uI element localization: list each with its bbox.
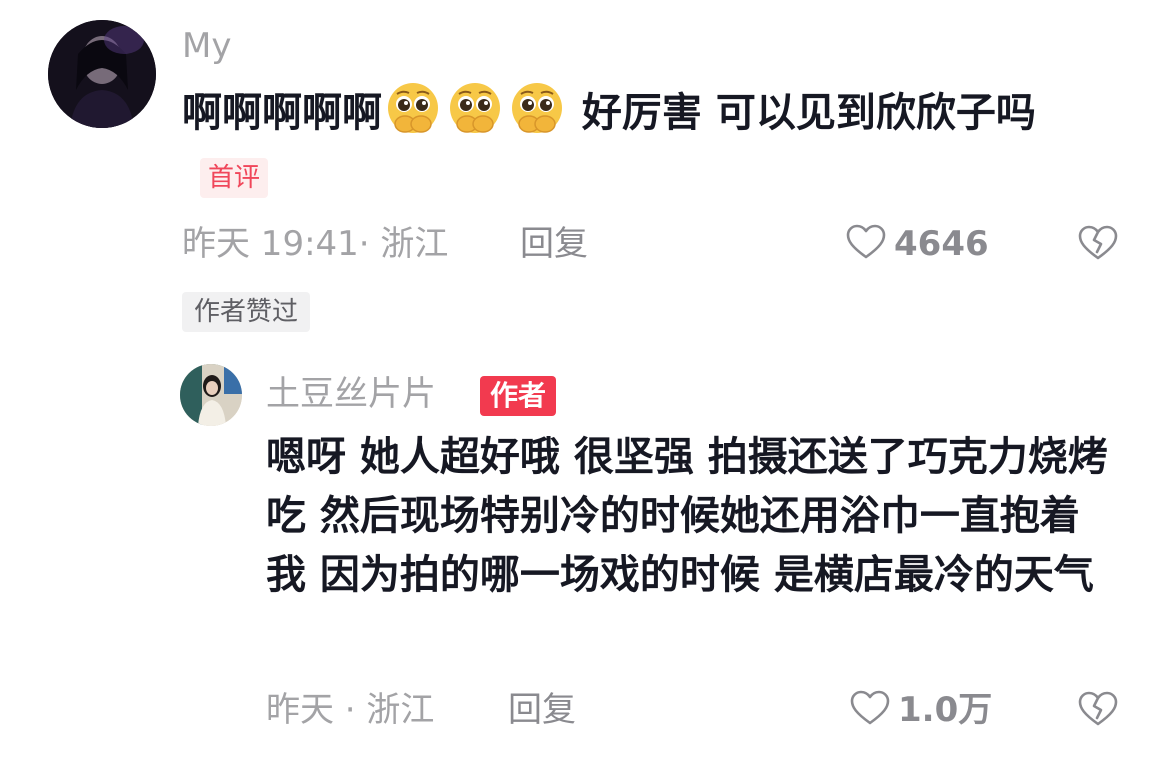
reply-reply-button[interactable]: 回复 xyxy=(508,688,576,732)
pleading-face-emoji xyxy=(509,80,565,136)
reply-like-button[interactable]: 1.0万 xyxy=(850,688,992,732)
reply-avatar[interactable] xyxy=(180,364,242,426)
heart-icon xyxy=(850,690,890,730)
reply-username[interactable]: 土豆丝片片 xyxy=(266,372,436,416)
reply-like-count: 1.0万 xyxy=(898,690,993,730)
reply-button[interactable]: 回复 xyxy=(520,222,588,266)
broken-heart-icon xyxy=(1078,225,1118,265)
comment-text-part1: 啊啊啊啊啊 xyxy=(182,90,382,136)
comment-username[interactable]: My xyxy=(182,26,231,66)
reply-text: 嗯呀 她人超好哦 很坚强 拍摄还送了巧克力烧烤吃 然后现场特别冷的时候她还用浴巾… xyxy=(266,434,1108,598)
reply-avatar-photo xyxy=(180,364,242,426)
comment-time-location: 昨天 19:41· 浙江 xyxy=(182,224,449,264)
author-badge: 作者 xyxy=(480,376,557,416)
pleading-face-emoji xyxy=(447,80,503,136)
heart-icon xyxy=(846,224,886,264)
first-comment-badge: 首评 xyxy=(200,158,269,198)
dislike-button[interactable] xyxy=(1078,225,1118,265)
avatar[interactable] xyxy=(48,20,156,128)
reply-dislike-button[interactable] xyxy=(1078,691,1118,731)
author-liked-badge: 作者赞过 xyxy=(182,292,311,332)
reply-time-location: 昨天 · 浙江 xyxy=(266,690,435,730)
comment-text: 啊啊啊啊啊 好厉害 可以见到欣欣子吗首评 xyxy=(182,80,1102,212)
like-button[interactable]: 4646 xyxy=(846,222,989,266)
comment-text-part2: 好厉害 可以见到欣欣子吗 xyxy=(568,90,1036,136)
pleading-face-emoji xyxy=(385,80,441,136)
avatar-photo xyxy=(48,20,156,128)
like-count: 4646 xyxy=(894,224,989,264)
broken-heart-icon xyxy=(1078,691,1118,731)
